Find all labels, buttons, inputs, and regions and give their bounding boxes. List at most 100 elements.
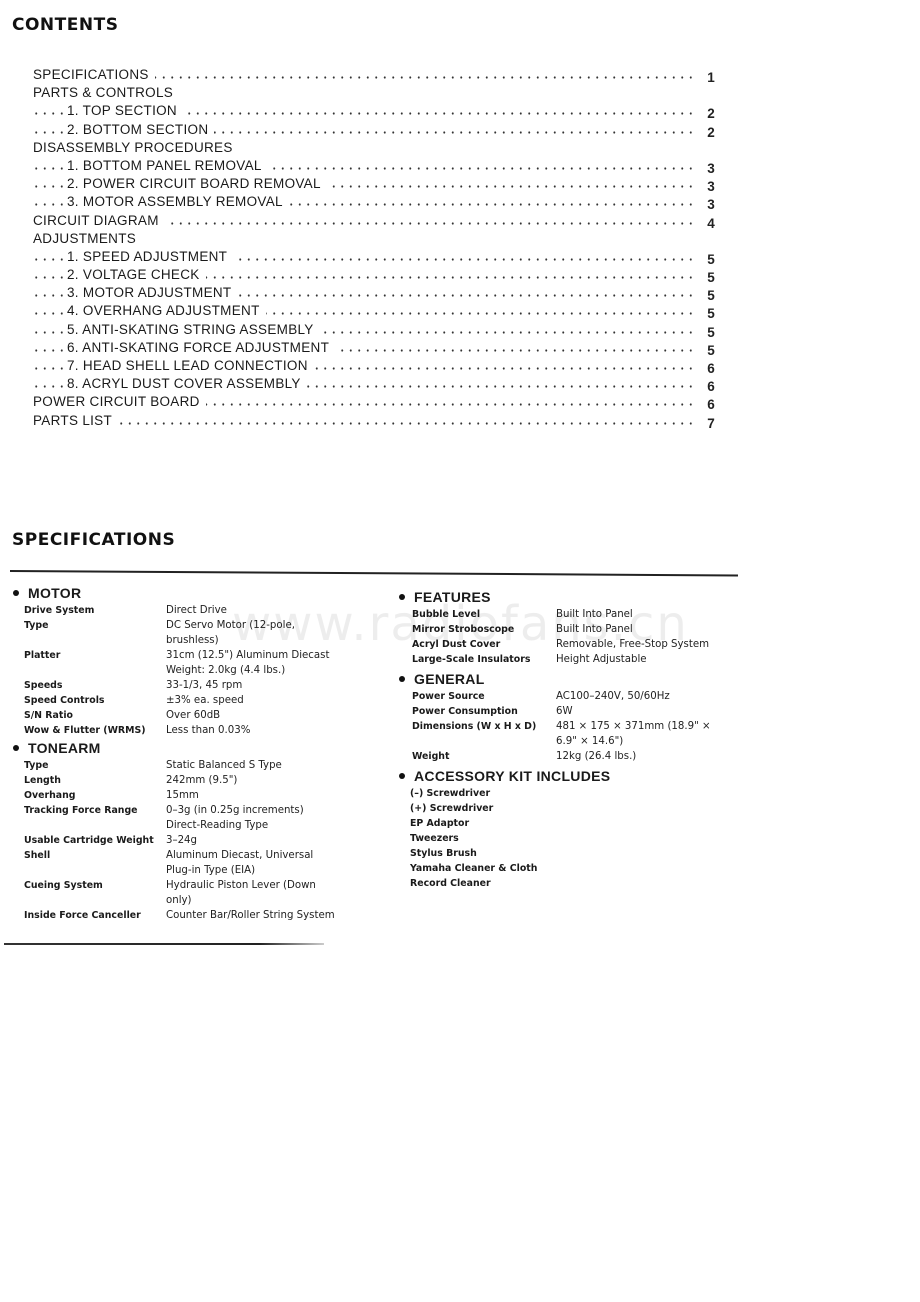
toc-label: 7. HEAD SHELL LEAD CONNECTION — [67, 358, 314, 373]
spec-label: Power Consumption — [412, 706, 518, 717]
spec-label: Power Source — [412, 691, 485, 702]
spec-row: Inside Force Canceller Counter Bar/Roller… — [10, 908, 370, 923]
accessory-item: (+) Screwdriver — [410, 803, 494, 814]
section-heading: TONEARM — [28, 740, 101, 756]
toc-entry[interactable]: 7. HEAD SHELL LEAD CONNECTION 6 — [33, 357, 723, 376]
contents-heading: CONTENTS — [12, 15, 119, 35]
toc-entry[interactable]: 3. MOTOR ADJUSTMENT 5 — [33, 284, 723, 303]
toc-entry[interactable]: 5. ANTI-SKATING STRING ASSEMBLY 5 — [33, 321, 723, 340]
accessory-item: Yamaha Cleaner & Cloth — [410, 863, 538, 874]
spec-value: DC Servo Motor (12-pole, brushless) — [166, 620, 295, 646]
spec-label: Acryl Dust Cover — [412, 639, 501, 650]
spec-row: Power Consumption 6W — [396, 704, 736, 719]
toc-entry[interactable]: CIRCUIT DIAGRAM 4 — [33, 212, 723, 231]
toc-entry[interactable]: 1. TOP SECTION 2 — [33, 102, 723, 121]
toc-label: 3. MOTOR ADJUSTMENT — [67, 285, 238, 301]
spec-row: Drive System Direct Drive — [10, 603, 370, 618]
spec-row: Speed Controls ±3% ea. speed — [10, 693, 370, 708]
spec-value: 6W — [556, 706, 573, 717]
spec-label: Type — [24, 760, 49, 771]
spec-value: Aluminum Diecast, Universal Plug-in Type… — [166, 850, 314, 876]
spec-value: Less than 0.03% — [166, 725, 251, 736]
section-motor: MOTOR Drive System Direct Drive Type DC Ser… — [10, 584, 370, 738]
toc-entry[interactable]: PARTS LIST 7 — [33, 412, 723, 431]
spec-label: Speed Controls — [24, 695, 105, 706]
spec-row: Shell Aluminum Diecast, Universal Plug-in… — [10, 848, 370, 878]
spec-value: Static Balanced S Type — [166, 760, 282, 771]
spec-row: Cueing System Hydraulic Piston Lever (Dow… — [10, 878, 370, 908]
toc-label: 5. ANTI-SKATING STRING ASSEMBLY — [67, 321, 320, 337]
accessory-item: Record Cleaner — [410, 878, 491, 889]
bullet-icon — [13, 745, 19, 751]
spec-column-right: FEATURES Bubble Level Built Into Panel Mir… — [396, 588, 736, 892]
leader-dots — [33, 421, 695, 425]
spec-label: Overhang — [24, 790, 76, 801]
toc-label: 4. OVERHANG ADJUSTMENT — [67, 303, 266, 319]
toc-label: 6. ANTI-SKATING FORCE ADJUSTMENT — [67, 339, 336, 355]
toc-label: 2. BOTTOM SECTION — [67, 121, 215, 137]
spec-row: Platter 31cm (12.5") Aluminum Diecast Wei… — [10, 648, 370, 678]
spec-value: Built Into Panel — [556, 609, 633, 620]
toc-entry[interactable]: 2. VOLTAGE CHECK 5 — [33, 266, 723, 285]
spec-value: Counter Bar/Roller String System — [166, 910, 335, 921]
spec-value: Direct Drive — [166, 605, 227, 616]
spec-value: 0–3g (in 0.25g increments) Direct-Readin… — [166, 805, 304, 831]
bullet-icon — [399, 676, 405, 682]
toc-entry[interactable]: 2. BOTTOM SECTION 2 — [33, 121, 723, 140]
section-heading: ACCESSORY KIT INCLUDES — [414, 768, 611, 784]
toc-entry[interactable]: 1. SPEED ADJUSTMENT 5 — [33, 248, 723, 267]
toc-entry[interactable]: POWER CIRCUIT BOARD 6 — [33, 393, 723, 412]
section-general: GENERAL Power Source AC100–240V, 50/60Hz P… — [396, 670, 736, 764]
spec-row: S/N Ratio Over 60dB — [10, 708, 370, 723]
bullet-icon — [399, 773, 405, 779]
toc-label: SPECIFICATIONS — [33, 67, 155, 82]
spec-row: Large-Scale Insulators Height Adjustable — [396, 652, 736, 667]
spec-row: Bubble Level Built Into Panel — [396, 607, 736, 622]
toc-label: 2. POWER CIRCUIT BOARD REMOVAL — [67, 176, 327, 192]
spec-value: 15mm — [166, 790, 199, 801]
section-tonearm: TONEARM Type Static Balanced S Type Length… — [10, 739, 370, 923]
spec-label: Speeds — [24, 680, 63, 691]
toc-entry[interactable]: 4. OVERHANG ADJUSTMENT 5 — [33, 302, 723, 321]
spec-value: 3–24g — [166, 835, 198, 846]
spec-value: Built Into Panel — [556, 624, 633, 635]
spec-label: Wow & Flutter (WRMS) — [24, 725, 146, 736]
spec-row: Type Static Balanced S Type — [10, 758, 370, 773]
toc-label: 1. TOP SECTION — [67, 103, 183, 119]
toc-label: CIRCUIT DIAGRAM — [33, 212, 165, 228]
toc-section-heading: DISASSEMBLY PROCEDURES — [33, 139, 723, 157]
toc-label: 1. BOTTOM PANEL REMOVAL — [67, 157, 268, 173]
spec-label: Inside Force Canceller — [24, 910, 141, 921]
toc-label: DISASSEMBLY PROCEDURES — [33, 139, 233, 155]
spec-value: Over 60dB — [166, 710, 221, 721]
toc-entry[interactable]: 8. ACRYL DUST COVER ASSEMBLY 6 — [33, 375, 723, 394]
toc-label: POWER CIRCUIT BOARD — [33, 394, 206, 410]
spec-label: Platter — [24, 650, 61, 661]
spec-value: Hydraulic Piston Lever (Down only) — [166, 880, 316, 906]
spec-row: Power Source AC100–240V, 50/60Hz — [396, 689, 736, 704]
toc-label: 8. ACRYL DUST COVER ASSEMBLY — [67, 376, 307, 392]
spec-value: AC100–240V, 50/60Hz — [556, 691, 670, 702]
toc-entry[interactable]: 2. POWER CIRCUIT BOARD REMOVAL 3 — [33, 175, 723, 194]
toc-entry[interactable]: 6. ANTI-SKATING FORCE ADJUSTMENT 5 — [33, 339, 723, 358]
spec-row: Speeds 33-1/3, 45 rpm — [10, 678, 370, 693]
section-heading: FEATURES — [414, 589, 491, 605]
toc-label: ADJUSTMENTS — [33, 230, 137, 246]
spec-row: Overhang 15mm — [10, 788, 370, 803]
spec-label: Bubble Level — [412, 609, 481, 620]
spec-value: 12kg (26.4 lbs.) — [556, 751, 637, 762]
spec-label: Drive System — [24, 605, 95, 616]
toc-entry[interactable]: 1. BOTTOM PANEL REMOVAL 3 — [33, 157, 723, 176]
toc-page-number: 7 — [707, 415, 715, 431]
specifications-heading: SPECIFICATIONS — [12, 530, 176, 550]
toc-entry[interactable]: 3. MOTOR ASSEMBLY REMOVAL 3 — [33, 193, 723, 212]
toc-label: PARTS & CONTROLS — [33, 85, 174, 101]
toc-label: 2. VOLTAGE CHECK — [67, 267, 206, 283]
divider-top — [9, 570, 738, 577]
spec-label: Tracking Force Range — [24, 805, 138, 816]
divider-bottom — [4, 943, 324, 945]
toc-entry[interactable]: SPECIFICATIONS 1 — [33, 66, 723, 85]
section-accessory-kit: ACCESSORY KIT INCLUDES (–) Screwdriver (+… — [396, 767, 736, 891]
spec-value: ±3% ea. speed — [166, 695, 244, 706]
spec-row: Length 242mm (9.5") — [10, 773, 370, 788]
